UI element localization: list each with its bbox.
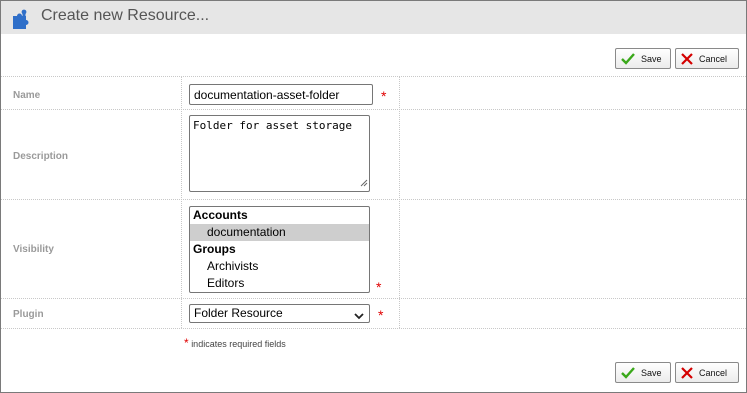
required-marker: * [381,88,387,104]
plugin-label: Plugin [13,309,44,320]
chevron-down-icon [354,309,364,323]
required-fields-note: * indicates required fields [184,336,286,350]
save-button[interactable]: Save [615,362,671,383]
divider [1,76,746,77]
save-button-label: Save [641,367,662,378]
x-icon [681,52,693,65]
column-divider [181,76,182,328]
divider [1,328,746,329]
cancel-button[interactable]: Cancel [675,48,739,69]
name-label: Name [13,90,41,101]
title-bar: Create new Resource... [1,1,746,34]
required-note-text: indicates required fields [191,339,286,349]
checkmark-icon [621,52,635,65]
optgroup-groups: Groups [193,242,236,256]
required-marker: * [378,307,384,323]
description-textarea[interactable]: Folder for asset storage [189,115,370,192]
divider [1,199,746,200]
resize-handle-icon[interactable] [360,177,368,190]
plugin-select[interactable]: Folder Resource [189,304,370,323]
plugin-selected-value: Folder Resource [194,306,283,320]
description-label: Description [13,151,69,162]
description-text: Folder for asset storage [193,119,352,132]
puzzle-piece-icon [11,7,31,29]
required-marker: * [184,336,189,350]
visibility-label: Visibility [13,244,54,255]
option-documentation[interactable]: documentation [190,224,369,241]
option-editors[interactable]: Editors [190,275,369,292]
visibility-listbox[interactable]: Accounts documentation Groups Archivists… [189,206,370,293]
name-input[interactable] [189,84,373,105]
optgroup-accounts: Accounts [193,208,248,222]
window-title: Create new Resource... [41,7,210,24]
checkmark-icon [621,366,635,379]
save-button[interactable]: Save [615,48,671,69]
option-archivists[interactable]: Archivists [190,258,369,275]
divider [1,109,746,110]
cancel-button[interactable]: Cancel [675,362,739,383]
save-button-label: Save [641,53,662,64]
required-marker: * [376,279,382,295]
cancel-button-label: Cancel [699,53,728,64]
cancel-button-label: Cancel [699,367,728,378]
divider [1,298,746,299]
dialog-window: Create new Resource... Save Cancel Name … [0,0,747,393]
column-divider [399,76,400,328]
x-icon [681,366,693,379]
